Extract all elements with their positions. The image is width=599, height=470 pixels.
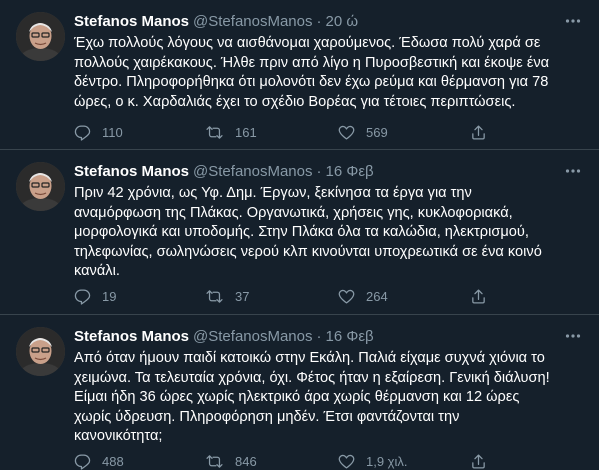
- separator-dot: ·: [316, 13, 322, 30]
- reply-count: 110: [102, 124, 123, 140]
- like-button[interactable]: 1,9 χιλ.: [338, 453, 408, 470]
- reply-icon: [74, 453, 91, 470]
- avatar[interactable]: [16, 12, 65, 61]
- share-icon: [472, 124, 485, 140]
- author-handle[interactable]: @StefanosManos: [193, 328, 312, 346]
- timeline-feed: Stefanos Manos @StefanosManos · 20 ώ Έχω…: [0, 0, 599, 470]
- share-icon: [472, 453, 485, 469]
- separator-dot: ·: [316, 328, 322, 345]
- like-count: 569: [366, 124, 388, 140]
- tweet-text-line: κανάλι.: [74, 263, 120, 279]
- tweet[interactable]: Stefanos Manos @StefanosManos · 16 Φεβ Π…: [0, 150, 599, 315]
- author-name[interactable]: Stefanos Manos: [74, 163, 189, 181]
- more-icon[interactable]: [563, 161, 583, 181]
- reply-button[interactable]: 110: [74, 124, 123, 141]
- retweet-button[interactable]: 161: [205, 124, 257, 141]
- author-name[interactable]: Stefanos Manos: [74, 13, 189, 31]
- heart-icon: [338, 454, 355, 469]
- like-button[interactable]: 264: [338, 288, 388, 305]
- tweet-text-line: Πριν 42 χρόνια, ως Υφ. Δημ. Έργων, ξεκίν…: [74, 185, 472, 201]
- timestamp[interactable]: 16 Φεβ: [326, 328, 374, 346]
- tweet-text-line: κανονικότητα;: [74, 428, 163, 444]
- retweet-icon: [206, 289, 223, 303]
- tweet-text-line: ώρες, ο κ. Χαρδαλιάς έχει το σχέδιο Βορέ…: [74, 93, 516, 110]
- tweet-text-line: πολλούς χαιρέκακους. Ήλθε πριν από λίγο …: [74, 54, 550, 71]
- retweet-button[interactable]: 37: [205, 288, 249, 305]
- tweet-header: Stefanos Manos @StefanosManos · 16 Φεβ: [74, 328, 585, 346]
- tweet-text-line: μορφολογικά και υποδομής. Στην Πλάκα όλα…: [74, 224, 529, 240]
- avatar[interactable]: [16, 162, 65, 211]
- tweet-text-line: Από όταν ήμουν παιδί κατοικώ στην Εκάλη.…: [74, 350, 545, 366]
- timestamp[interactable]: 16 Φεβ: [326, 163, 374, 181]
- tweet-header: Stefanos Manos @StefanosManos · 16 Φεβ: [74, 163, 585, 181]
- tweet-text-line: αναμόρφωση της Πλάκας. Οργανωτικά, χρήσε…: [74, 204, 513, 221]
- separator-dot: ·: [316, 163, 322, 180]
- share-button[interactable]: [470, 288, 498, 305]
- like-count: 1,9 χιλ.: [366, 453, 408, 469]
- heart-icon: [338, 125, 355, 140]
- tweet[interactable]: Stefanos Manos @StefanosManos · 20 ώ Έχω…: [0, 0, 599, 150]
- tweet-text-line: δέντρο. Πληροφορήθηκα ότι μολονότι δεν έ…: [74, 74, 549, 90]
- author-handle[interactable]: @StefanosManos: [193, 163, 312, 181]
- reply-button[interactable]: 488: [74, 453, 124, 470]
- tweet-header: Stefanos Manos @StefanosManos · 20 ώ: [74, 13, 585, 31]
- reply-icon: [74, 124, 91, 141]
- like-count: 264: [366, 288, 388, 304]
- avatar[interactable]: [16, 327, 65, 376]
- like-button[interactable]: 569: [338, 124, 388, 141]
- tweet[interactable]: Stefanos Manos @StefanosManos · 16 Φεβ Α…: [0, 315, 599, 470]
- tweet-text-line: χωρίς ύδρευση. Πληροφόρηση μηδέν. Έτσι φ…: [74, 408, 460, 425]
- retweet-count: 161: [235, 124, 257, 140]
- retweet-count: 846: [235, 453, 257, 469]
- tweet-text: Πριν 42 χρόνια, ως Υφ. Δημ. Έργων, ξεκίν…: [74, 184, 585, 282]
- reply-icon: [74, 288, 91, 305]
- author-handle[interactable]: @StefanosManos: [193, 13, 312, 31]
- share-button[interactable]: [470, 453, 498, 470]
- share-button[interactable]: [470, 124, 498, 141]
- tweet-text-line: Έχω πολλούς λόγους να αισθάνομαι χαρούμε…: [74, 35, 541, 51]
- share-icon: [472, 288, 485, 304]
- tweet-text-line: τηλεφωνίας, σωληνώσεις νερού κλπ κινούντ…: [74, 243, 542, 260]
- heart-icon: [338, 289, 355, 304]
- reply-count: 488: [102, 453, 124, 469]
- reply-button[interactable]: 19: [74, 288, 116, 305]
- reply-count: 19: [102, 288, 117, 304]
- retweet-icon: [206, 454, 223, 468]
- tweet-text: Από όταν ήμουν παιδί κατοικώ στην Εκάλη.…: [74, 349, 585, 447]
- more-icon[interactable]: [563, 11, 583, 31]
- tweet-text-line: Είμαι ήδη 36 ώρες χωρίς ηλεκτρικό άρα χω…: [74, 389, 520, 405]
- tweet-text-line: χειμώνα. Τα τελευταία χρόνια, όχι. Φέτος…: [74, 369, 550, 386]
- author-name[interactable]: Stefanos Manos: [74, 328, 189, 346]
- retweet-count: 37: [235, 288, 250, 304]
- retweet-icon: [206, 125, 223, 139]
- tweet-text: Έχω πολλούς λόγους να αισθάνομαι χαρούμε…: [74, 34, 585, 112]
- more-icon[interactable]: [563, 326, 583, 346]
- retweet-button[interactable]: 846: [205, 453, 257, 470]
- timestamp[interactable]: 20 ώ: [326, 13, 359, 31]
